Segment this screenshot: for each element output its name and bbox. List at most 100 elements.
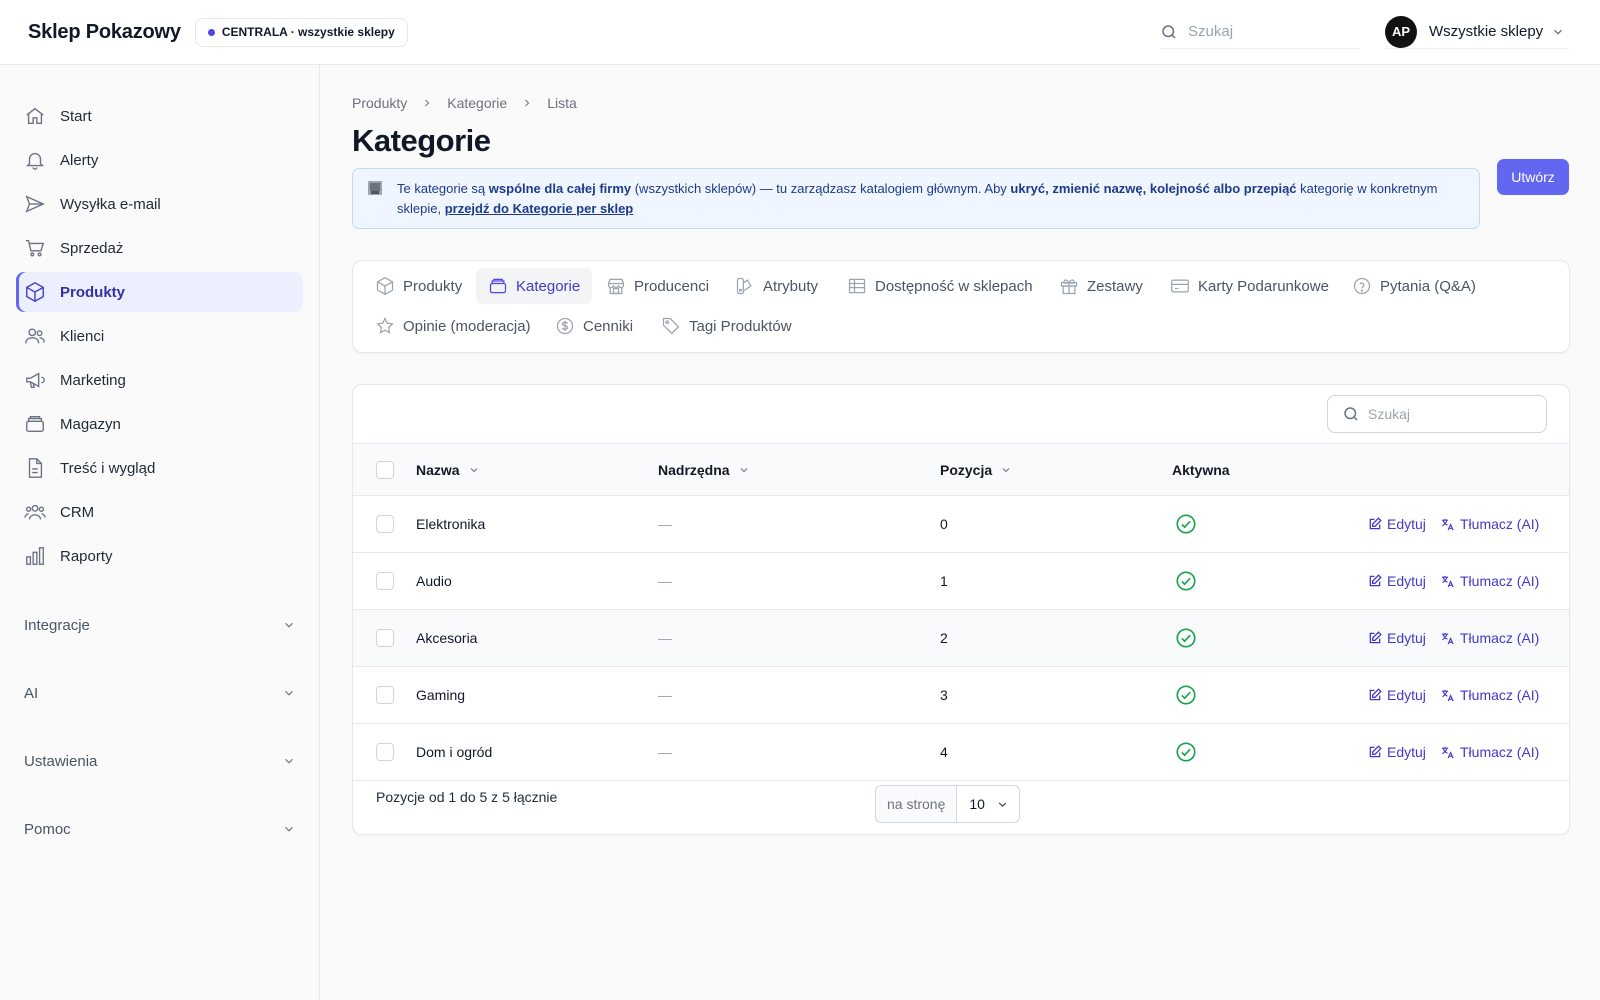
row-checkbox[interactable] — [376, 572, 394, 590]
breadcrumb-item[interactable]: Produkty — [352, 95, 407, 111]
parent-category: — — [658, 516, 672, 532]
row-checkbox[interactable] — [376, 629, 394, 647]
edit-button[interactable]: Edytuj — [1368, 667, 1426, 723]
category-position: 2 — [940, 630, 948, 646]
edit-label: Edytuj — [1387, 630, 1426, 646]
tab-manufacturers[interactable]: Producenci — [594, 268, 721, 304]
per-page-value[interactable]: 10 — [957, 796, 1019, 812]
sidebar-group-label: Integracje — [24, 616, 90, 634]
tab-product-tags[interactable]: Tagi Produktów — [649, 308, 804, 344]
translate-ai-button[interactable]: Tłumacz (AI) — [1440, 496, 1539, 552]
edit-icon — [1369, 517, 1382, 530]
category-position: 0 — [940, 516, 948, 532]
tab-label: Atrybuty — [763, 277, 819, 295]
status-dot — [207, 28, 215, 36]
sidebar-item-label: Start — [60, 107, 92, 125]
sidebar-item-reports[interactable]: Raporty — [16, 536, 303, 576]
row-checkbox[interactable] — [376, 743, 394, 761]
sidebar-item-alerts[interactable]: Alerty — [16, 140, 303, 180]
tab-label: Zestawy — [1087, 277, 1143, 295]
pagination-summary: Pozycje od 1 do 5 z 5 łącznie — [376, 789, 558, 805]
sidebar-group-settings[interactable]: Ustawienia — [24, 745, 296, 777]
translate-ai-button[interactable]: Tłumacz (AI) — [1440, 610, 1539, 666]
column-header-label: Aktywna — [1172, 462, 1230, 478]
sidebar-item-customers[interactable]: Klienci — [16, 316, 303, 356]
tab-store-availability[interactable]: Dostępność w sklepach — [835, 268, 1045, 304]
scope-badge: CENTRALA · wszystkie sklepy — [194, 17, 408, 47]
chevron-down-icon — [285, 622, 293, 628]
global-search-input[interactable] — [1188, 23, 1348, 40]
tab-reviews[interactable]: Opinie (moderacja) — [363, 308, 543, 344]
sidebar-group-label: Pomoc — [24, 820, 71, 838]
sidebar-item-email[interactable]: Wysyłka e-mail — [16, 184, 303, 224]
top-bar: Sklep Pokazowy CENTRALA · wszystkie skle… — [0, 0, 1600, 65]
sidebar-item-label: Sprzedaż — [60, 239, 124, 257]
translate-ai-button[interactable]: Tłumacz (AI) — [1440, 553, 1539, 609]
chevron-down-icon — [470, 468, 477, 473]
sidebar-item-marketing[interactable]: Marketing — [16, 360, 303, 400]
table-search[interactable] — [1327, 395, 1547, 433]
brand-name[interactable]: Sklep Pokazowy — [28, 21, 181, 44]
edit-button[interactable]: Edytuj — [1368, 553, 1426, 609]
sidebar-item-start[interactable]: Start — [16, 96, 303, 136]
breadcrumb-item[interactable]: Kategorie — [447, 95, 507, 111]
category-name: Gaming — [416, 687, 466, 703]
sidebar-item-products[interactable]: Produkty — [16, 272, 303, 312]
check-circle-icon — [1176, 742, 1196, 762]
archive-icon — [489, 278, 507, 294]
column-header-label: Nadrzędna — [658, 462, 730, 478]
avatar[interactable]: AP — [1385, 15, 1417, 48]
global-search[interactable] — [1160, 15, 1360, 49]
column-header-parent[interactable]: Nadrzędna — [658, 444, 750, 496]
sidebar-item-warehouse[interactable]: Magazyn — [16, 404, 303, 444]
edit-label: Edytuj — [1387, 516, 1426, 532]
per-store-categories-link[interactable]: przejdź do Kategorie per sklep — [445, 201, 634, 216]
sidebar-group-help[interactable]: Pomoc — [24, 813, 296, 845]
tab-qa[interactable]: Pytania (Q&A) — [1340, 268, 1488, 304]
sidebar-item-content[interactable]: Treść i wygląd — [16, 448, 303, 488]
tab-gift-cards[interactable]: Karty Podarunkowe — [1158, 268, 1341, 304]
chevron-down-icon — [1554, 29, 1563, 35]
sidebar-item-sales[interactable]: Sprzedaż — [16, 228, 303, 268]
table-search-input[interactable] — [1368, 406, 1528, 422]
sidebar-group-integrations[interactable]: Integracje — [24, 609, 296, 641]
column-header-name[interactable]: Nazwa — [416, 444, 480, 496]
category-name: Elektronika — [416, 516, 486, 532]
edit-button[interactable]: Edytuj — [1368, 496, 1426, 552]
tab-attributes[interactable]: Atrybuty — [723, 268, 830, 304]
table-header: Nazwa Nadrzędna Pozycja Aktywna — [353, 443, 1569, 496]
tab-label: Kategorie — [516, 277, 581, 295]
sidebar-group-label: Ustawienia — [24, 752, 98, 770]
select-all-checkbox[interactable] — [376, 461, 394, 479]
column-header-position[interactable]: Pozycja — [940, 444, 1012, 496]
sidebar-group-ai[interactable]: AI — [24, 677, 296, 709]
category-name: Akcesoria — [416, 630, 478, 646]
create-button[interactable]: Utwórz — [1497, 159, 1569, 195]
active-status — [1175, 667, 1197, 723]
tab-bundles[interactable]: Zestawy — [1047, 268, 1155, 304]
store-switcher[interactable]: AP Wszystkie sklepy — [1385, 15, 1570, 49]
per-page-value-text: 10 — [969, 796, 985, 812]
translate-icon — [1441, 746, 1454, 758]
translate-ai-button[interactable]: Tłumacz (AI) — [1440, 724, 1539, 780]
per-page-select[interactable]: na stronę 10 — [875, 785, 1021, 823]
tab-categories[interactable]: Kategorie — [476, 268, 593, 304]
sidebar-item-label: Wysyłka e-mail — [60, 195, 161, 213]
sidebar-item-crm[interactable]: CRM — [16, 492, 303, 532]
table-icon — [848, 278, 866, 294]
edit-button[interactable]: Edytuj — [1368, 610, 1426, 666]
category-name: Dom i ogród — [416, 744, 493, 760]
chevron-down-icon — [285, 826, 293, 832]
tab-products[interactable]: Produkty — [363, 268, 474, 304]
check-circle-icon — [1176, 571, 1196, 591]
categories-table-card: Nazwa Nadrzędna Pozycja Aktywna Elektron… — [352, 384, 1570, 835]
row-checkbox[interactable] — [376, 515, 394, 533]
edit-label: Edytuj — [1387, 573, 1426, 589]
tab-price-lists[interactable]: Cenniki — [543, 308, 645, 344]
row-checkbox[interactable] — [376, 686, 394, 704]
sidebar-item-label: Klienci — [60, 327, 105, 345]
translate-ai-button[interactable]: Tłumacz (AI) — [1440, 667, 1539, 723]
translate-label: Tłumacz (AI) — [1460, 573, 1540, 589]
edit-button[interactable]: Edytuj — [1368, 724, 1426, 780]
translate-label: Tłumacz (AI) — [1460, 744, 1540, 760]
